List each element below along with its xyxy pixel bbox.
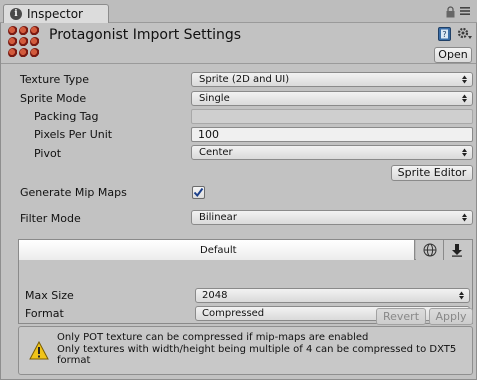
lock-icon[interactable] (446, 6, 455, 18)
warning-line-2: Only textures with width/height being mu… (57, 343, 457, 355)
warning-icon (29, 341, 49, 360)
pixels-per-unit-field[interactable]: 100 (191, 127, 473, 142)
sprite-mode-label: Sprite Mode (20, 92, 87, 105)
svg-text:?: ? (442, 30, 446, 39)
generate-mip-maps-label: Generate Mip Maps (20, 186, 127, 199)
max-size-value: 2048 (202, 290, 228, 301)
warning-message: Only POT texture can be compressed if mi… (57, 332, 469, 367)
help-book-icon[interactable]: ? (438, 27, 451, 41)
info-icon: i (10, 8, 22, 20)
format-label: Format (25, 307, 64, 320)
pivot-label: Pivot (34, 147, 62, 160)
texture-type-dropdown[interactable]: Sprite (2D and UI) (191, 72, 473, 87)
apply-button[interactable]: Apply (429, 308, 473, 325)
gear-icon[interactable] (457, 26, 473, 42)
dropdown-arrow-icon (462, 213, 467, 222)
download-icon (452, 244, 462, 257)
filter-mode-dropdown[interactable]: Bilinear (191, 210, 473, 225)
platform-tabs: Default (19, 240, 472, 260)
globe-icon (423, 243, 437, 257)
filter-mode-value: Bilinear (199, 212, 237, 223)
texture-type-label: Texture Type (20, 73, 90, 86)
generate-mip-maps-checkbox[interactable] (192, 186, 205, 199)
tab-standalone[interactable] (416, 240, 444, 260)
max-size-label: Max Size (25, 289, 74, 302)
sprite-editor-button[interactable]: Sprite Editor (391, 165, 473, 181)
menu-icon[interactable] (459, 5, 471, 17)
checkmark-icon (193, 187, 204, 198)
warning-helpbox: Only POT texture can be compressed if mi… (18, 326, 473, 375)
warning-line-1: Only POT texture can be compressed if mi… (57, 332, 369, 343)
dropdown-arrow-icon (462, 94, 467, 103)
tab-bar: i Inspector (0, 0, 477, 23)
tab-default-label: Default (200, 245, 237, 256)
inspector-panel: Protagonist Import Settings ? Open Textu… (0, 23, 477, 380)
tab-default[interactable]: Default (19, 240, 415, 260)
dropdown-arrow-icon (462, 75, 467, 84)
tab-inspector[interactable]: i Inspector (3, 4, 109, 23)
warning-line-3: format (57, 355, 91, 366)
page-title: Protagonist Import Settings (49, 27, 242, 43)
packing-tag-field[interactable] (191, 109, 473, 124)
dropdown-arrow-icon (462, 148, 467, 157)
pixels-per-unit-label: Pixels Per Unit (34, 128, 113, 141)
sprite-mode-value: Single (199, 93, 230, 104)
format-value: Compressed (202, 308, 265, 319)
sprite-mode-dropdown[interactable]: Single (191, 91, 473, 106)
asset-header: Protagonist Import Settings ? Open (1, 23, 476, 64)
texture-type-value: Sprite (2D and UI) (199, 74, 290, 85)
dropdown-arrow-icon (459, 291, 464, 300)
tab-download[interactable] (444, 240, 472, 260)
sprite-thumbnail (8, 26, 40, 58)
packing-tag-label: Packing Tag (34, 110, 99, 123)
filter-mode-label: Filter Mode (20, 212, 81, 225)
revert-button[interactable]: Revert (376, 308, 426, 325)
max-size-dropdown[interactable]: 2048 (195, 288, 470, 303)
pivot-value: Center (199, 147, 233, 158)
open-button[interactable]: Open (434, 47, 472, 63)
pivot-dropdown[interactable]: Center (191, 145, 473, 160)
tab-inspector-label: Inspector (27, 7, 83, 21)
